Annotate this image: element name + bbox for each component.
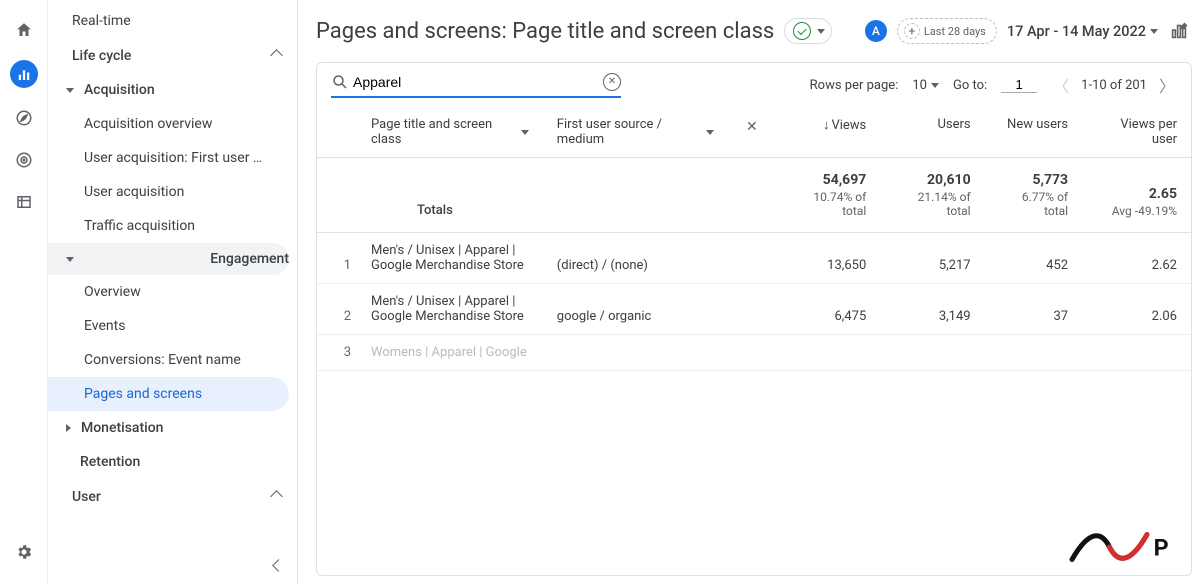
- sidebar-section-label: User: [72, 489, 101, 505]
- settings-icon[interactable]: [12, 540, 36, 564]
- col-header-views[interactable]: Views: [776, 107, 880, 158]
- date-range-picker[interactable]: 17 Apr - 14 May 2022: [1007, 23, 1158, 40]
- sidebar-item-conversions[interactable]: Conversions: Event name: [48, 343, 297, 377]
- sidebar-item-acquisition[interactable]: Acquisition: [48, 73, 297, 107]
- main-content: Pages and screens: Page title and screen…: [298, 0, 1200, 584]
- rows-per-page-select[interactable]: 10: [912, 78, 939, 93]
- page-title: Pages and screens: Page title and screen…: [316, 19, 774, 44]
- sidebar-sub-label: Engagement: [210, 251, 289, 267]
- data-table: Page title and screen class First user s…: [317, 107, 1191, 575]
- col-header-secondary[interactable]: First user source / medium: [543, 107, 728, 158]
- dropdown-icon: [521, 130, 529, 135]
- sidebar-item-acq-overview[interactable]: Acquisition overview: [48, 107, 297, 141]
- customize-report-icon[interactable]: [1168, 20, 1190, 42]
- chevron-up-icon: [272, 488, 281, 505]
- sidebar-item-user-acq-first[interactable]: User acquisition: First user …: [48, 141, 297, 175]
- plus-icon: +: [904, 23, 920, 39]
- watermark-logo: P: [1062, 522, 1182, 576]
- sidebar-item-engagement[interactable]: Engagement: [48, 243, 289, 275]
- sidebar-sub-label: Monetisation: [81, 411, 179, 445]
- dropdown-icon: [817, 29, 825, 34]
- col-header-users[interactable]: Users: [880, 107, 984, 158]
- report-card: Rows per page: 10 Go to: 〈 1-10 of 201 〉: [316, 62, 1192, 576]
- check-icon: [793, 22, 811, 40]
- dropdown-icon: [931, 83, 939, 88]
- add-comparison-button[interactable]: + Last 28 days: [897, 18, 997, 44]
- sidebar: Real-time Life cycle Acquisition Acquisi…: [48, 0, 298, 584]
- prev-page-button[interactable]: 〈: [1051, 71, 1071, 99]
- sidebar-item-events[interactable]: Events: [48, 309, 297, 343]
- avatar[interactable]: A: [865, 20, 887, 42]
- home-icon[interactable]: [12, 18, 36, 42]
- collapse-sidebar-button[interactable]: [274, 559, 283, 574]
- pagination-range: 1-10 of 201: [1081, 78, 1147, 93]
- col-header-dimension[interactable]: Page title and screen class: [357, 107, 543, 158]
- caret-down-icon: [66, 88, 74, 93]
- sidebar-item-retention[interactable]: Retention: [48, 445, 297, 479]
- totals-row: Totals 54,69710.74% of total 20,61021.14…: [317, 158, 1191, 233]
- table-row[interactable]: 2 Men's / Unisex | Apparel | Google Merc…: [317, 284, 1191, 335]
- sidebar-section-lifecycle[interactable]: Life cycle: [48, 38, 297, 73]
- rows-per-page-label: Rows per page:: [810, 78, 899, 93]
- goto-input[interactable]: [1001, 77, 1037, 93]
- configure-icon[interactable]: [12, 190, 36, 214]
- sidebar-item-realtime[interactable]: Real-time: [48, 4, 297, 38]
- chevron-up-icon: [272, 47, 281, 64]
- totals-label: Totals: [357, 158, 776, 233]
- sidebar-item-pages-screens[interactable]: Pages and screens: [48, 377, 289, 411]
- next-page-button[interactable]: 〉: [1157, 71, 1177, 99]
- table-toolbar: Rows per page: 10 Go to: 〈 1-10 of 201 〉: [317, 63, 1191, 107]
- status-pill[interactable]: [784, 18, 832, 44]
- search-field[interactable]: [331, 72, 621, 98]
- clear-search-button[interactable]: [603, 73, 621, 91]
- sidebar-item-traffic-acq[interactable]: Traffic acquisition: [48, 209, 297, 243]
- nav-rail: [0, 0, 48, 584]
- sidebar-item-user-acq[interactable]: User acquisition: [48, 175, 297, 209]
- search-input[interactable]: [349, 72, 603, 92]
- caret-down-icon: [66, 257, 74, 262]
- reports-icon[interactable]: [10, 60, 38, 88]
- remove-dimension-button[interactable]: [742, 117, 762, 137]
- search-icon: [331, 73, 349, 91]
- col-header-vpu[interactable]: Views per user: [1082, 107, 1191, 158]
- svg-text:P: P: [1154, 533, 1169, 561]
- goto-label: Go to:: [953, 78, 987, 93]
- col-header-new-users[interactable]: New users: [985, 107, 1082, 158]
- sidebar-section-label: Life cycle: [72, 48, 131, 64]
- explore-icon[interactable]: [12, 106, 36, 130]
- dropdown-icon: [706, 130, 714, 135]
- table-row[interactable]: 1 Men's / Unisex | Apparel | Google Merc…: [317, 233, 1191, 284]
- advertising-icon[interactable]: [12, 148, 36, 172]
- sidebar-item-monetisation[interactable]: Monetisation: [48, 411, 297, 445]
- date-range-label: 17 Apr - 14 May 2022: [1007, 23, 1146, 40]
- sidebar-item-eng-overview[interactable]: Overview: [48, 275, 297, 309]
- sidebar-section-user[interactable]: User: [48, 479, 297, 514]
- comparison-label: Last 28 days: [924, 25, 986, 38]
- report-header: Pages and screens: Page title and screen…: [298, 0, 1200, 62]
- sidebar-sub-label: Acquisition: [84, 73, 171, 107]
- table-row[interactable]: 3 Womens | Apparel | Google: [317, 335, 1191, 371]
- dropdown-icon: [1150, 29, 1158, 34]
- caret-right-icon: [66, 424, 71, 432]
